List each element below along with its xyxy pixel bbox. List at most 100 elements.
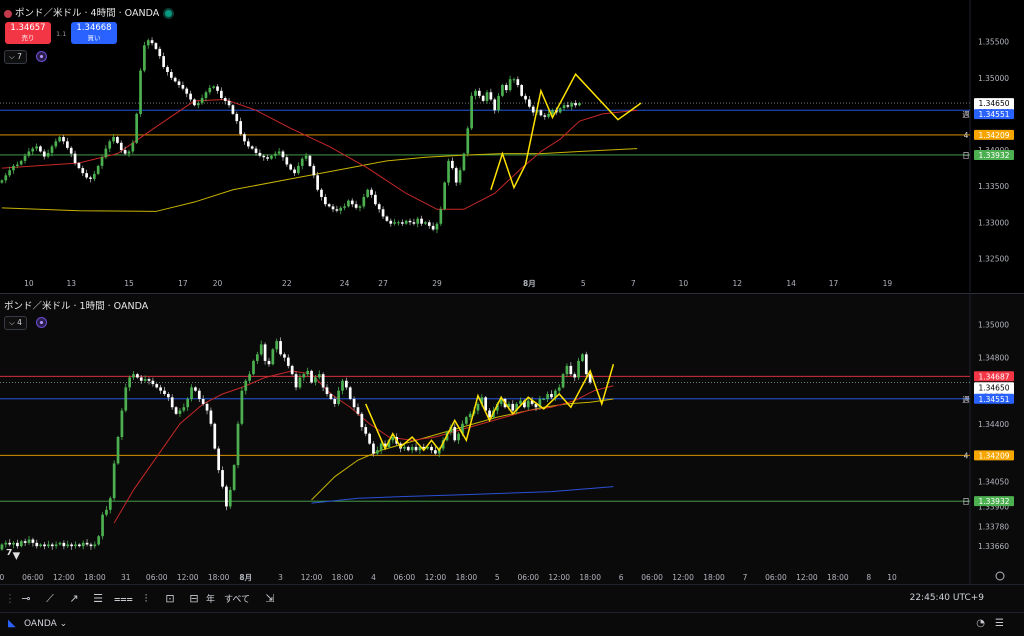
candle-body <box>277 151 281 154</box>
eye-icon[interactable] <box>36 51 47 62</box>
candle-body <box>511 403 515 411</box>
weekly-price-text: 1.34551 <box>978 395 1009 404</box>
menu-icon[interactable]: ☰ <box>995 618 1014 629</box>
candle-body <box>54 544 58 547</box>
x-tick-label: 24 <box>340 279 350 288</box>
candle-body <box>47 544 50 547</box>
fib-retracement-icon[interactable]: ☰ <box>90 591 106 607</box>
clock-display[interactable]: 22:45:40 UTC+9 <box>910 593 984 603</box>
candle-body <box>391 437 395 441</box>
candle-body <box>39 544 42 547</box>
candle-body <box>81 542 85 547</box>
y-tick-label: 1.32500 <box>978 254 1009 263</box>
x-tick-label: 10 <box>887 573 897 582</box>
candle-body <box>289 164 293 170</box>
horizontal-line-tool-icon[interactable]: ⊸ <box>18 591 34 607</box>
candle-body <box>366 189 370 197</box>
candle-body <box>285 157 289 165</box>
candle-body <box>58 542 62 545</box>
candle-body <box>200 98 204 104</box>
x-tick-label: 12:00 <box>301 573 323 582</box>
x-tick-label: 12:00 <box>177 573 199 582</box>
candle-body <box>381 209 385 217</box>
candle-body <box>58 137 62 142</box>
candle-body <box>577 360 580 378</box>
range-all-button[interactable]: すべて <box>224 592 250 605</box>
x-tick-label: 18:00 <box>84 573 106 582</box>
buy-button[interactable]: 1.34668 買い <box>71 22 117 44</box>
candle-body <box>551 110 554 114</box>
candle-body <box>177 81 181 86</box>
candle-body <box>439 209 443 224</box>
measure-tool-icon[interactable]: ⊟ <box>186 591 202 607</box>
candle-body <box>163 390 166 394</box>
candle-body <box>547 113 550 117</box>
candle-body <box>89 544 93 547</box>
candle-body <box>248 374 251 381</box>
eye-icon[interactable] <box>36 317 47 328</box>
candle-body <box>4 542 8 545</box>
candle-body <box>267 360 271 365</box>
candle-body <box>412 222 416 224</box>
settings-gear-icon[interactable] <box>995 571 1005 581</box>
x-tick-label: 22 <box>282 279 292 288</box>
drag-handle-icon[interactable]: ⋮ <box>2 591 18 607</box>
rectangle-tool-icon[interactable]: ⊡ <box>162 591 178 607</box>
candle-body <box>239 121 242 135</box>
candle-body <box>182 407 186 411</box>
last-price-text: 1.34650 <box>978 383 1009 392</box>
candle-body <box>348 387 352 399</box>
broker-selector[interactable]: OANDA ⌄ <box>24 619 67 629</box>
trend-line-tool-icon[interactable]: ⟋ <box>42 591 58 607</box>
candle-body <box>557 387 561 391</box>
status-icons[interactable]: ◔☰ <box>976 618 1014 629</box>
pitchfork-icon[interactable]: ⫶ <box>138 591 154 607</box>
candle-body <box>85 542 89 545</box>
chart-canvas-1h[interactable]: 1.350001.348001.345501.344001.342001.340… <box>0 294 1024 584</box>
candle-body <box>283 354 286 358</box>
candle-body <box>135 113 139 143</box>
indicators-toggle[interactable]: ⌵ 4 <box>4 316 27 330</box>
x-tick-label: 4 <box>371 573 376 582</box>
candle-body <box>50 146 54 153</box>
candle-body <box>364 427 368 434</box>
chart-canvas-4h[interactable]: 1.355001.350001.345001.340001.335001.330… <box>0 0 1024 292</box>
candle-body <box>154 43 158 49</box>
goto-date-icon[interactable]: ⇲ <box>262 591 278 607</box>
candle-body <box>31 148 35 152</box>
candle-body <box>308 155 312 166</box>
range-year-button[interactable]: 年 <box>206 592 215 605</box>
candle-body <box>508 79 512 91</box>
candle-body <box>397 222 400 224</box>
candle-body <box>501 85 504 96</box>
candle-body <box>212 86 216 88</box>
indicator-count: 4 <box>17 318 22 327</box>
fib-extension-icon[interactable]: ⩶ <box>114 591 133 607</box>
candle-body <box>406 446 410 451</box>
candle-body <box>250 146 254 149</box>
candle-body <box>393 222 396 224</box>
candle-body <box>220 90 223 99</box>
ray-tool-icon[interactable]: ↗ <box>66 591 82 607</box>
candle-body <box>232 465 236 490</box>
symbol-title: ポンド／米ドル · 4時間 · OANDA <box>15 8 160 19</box>
x-tick-label: 18:00 <box>208 573 230 582</box>
candle-body <box>430 446 433 451</box>
ma-red-line <box>113 370 614 524</box>
indicators-toggle[interactable]: ⌵ 7 <box>4 50 27 64</box>
candle-body <box>352 398 356 408</box>
chat-icon[interactable]: ◔ <box>976 618 995 629</box>
candle-body <box>504 85 508 91</box>
sell-button[interactable]: 1.34657 売り <box>5 22 51 44</box>
chart-pane-1h[interactable]: 1.350001.348001.345501.344001.342001.340… <box>0 293 1024 584</box>
candle-body <box>159 387 162 391</box>
x-tick-label: 12:00 <box>425 573 447 582</box>
chart-pane-4h[interactable]: 1.355001.350001.345001.340001.335001.330… <box>0 0 1024 292</box>
broker-name: OANDA <box>24 619 57 629</box>
candle-body <box>485 92 489 101</box>
candle-body <box>321 374 325 388</box>
weekly-price-text: 1.34551 <box>978 110 1009 119</box>
x-tick-label: 31 <box>121 573 131 582</box>
candle-body <box>581 354 584 361</box>
candle-body <box>316 175 319 190</box>
